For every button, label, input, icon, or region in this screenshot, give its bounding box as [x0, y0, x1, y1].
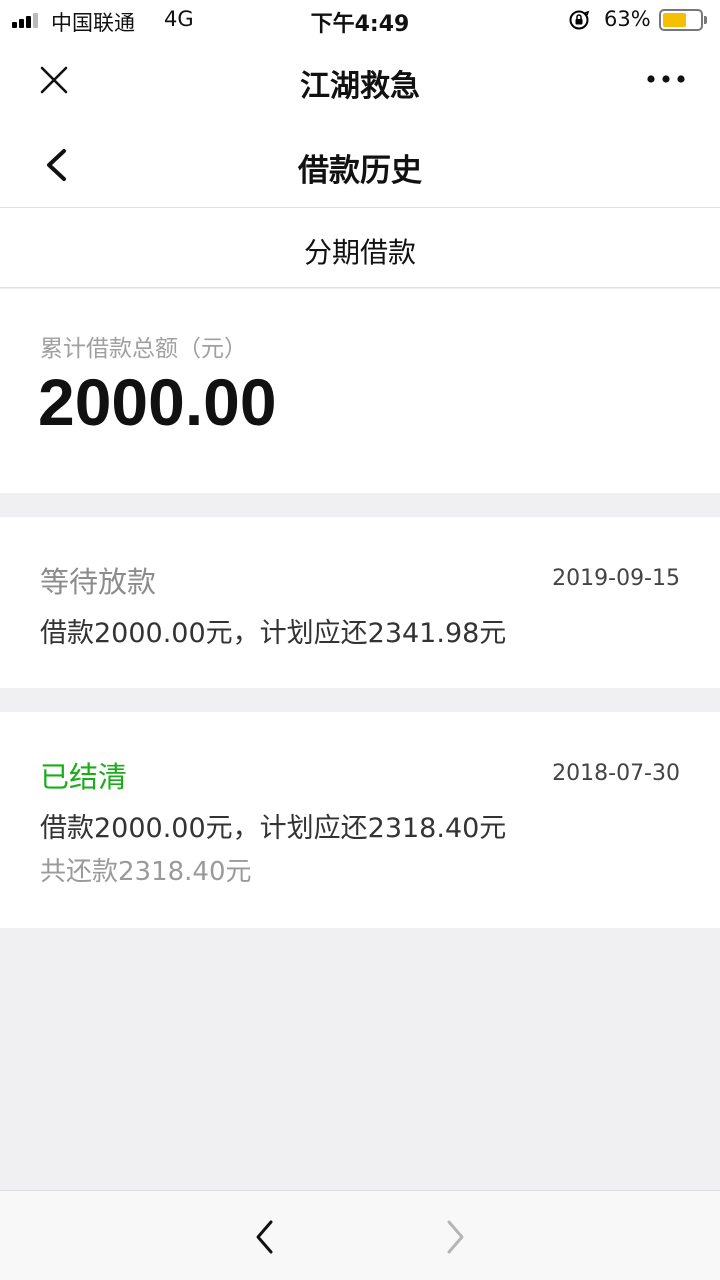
- app-header: 江湖救急: [0, 40, 720, 122]
- battery-level: [663, 13, 686, 27]
- loan-record[interactable]: 等待放款 2019-09-15 借款2000.00元，计划应还2341.98元: [0, 517, 720, 688]
- tab-bar: 分期借款: [0, 208, 720, 288]
- loan-record[interactable]: 已结清 2018-07-30 借款2000.00元，计划应还2318.40元 共…: [0, 712, 720, 928]
- battery-tip: [704, 16, 707, 24]
- loan-detail: 借款2000.00元，计划应还2341.98元: [40, 618, 507, 649]
- loan-date: 2019-09-15: [552, 566, 680, 591]
- loan-status: 已结清: [40, 760, 128, 794]
- loan-date: 2018-07-30: [552, 761, 680, 786]
- browser-toolbar: [0, 1190, 720, 1280]
- page-title: 借款历史: [298, 153, 422, 189]
- total-loan-amount: 2000.00: [38, 365, 277, 439]
- more-icon[interactable]: [646, 74, 686, 84]
- loan-repaid-total: 共还款2318.40元: [40, 857, 252, 887]
- battery-icon: [659, 9, 703, 31]
- loan-status: 等待放款: [40, 565, 157, 599]
- orientation-lock-icon: [569, 10, 590, 30]
- battery-percent: 63%: [604, 7, 651, 31]
- chevron-right-icon[interactable]: [442, 1219, 468, 1255]
- chevron-left-icon[interactable]: [252, 1219, 278, 1255]
- status-bar: 中国联通 4G 下午4:49 63%: [0, 0, 720, 40]
- loan-summary: 累计借款总额（元） 2000.00: [0, 289, 720, 493]
- nav-bar: 借款历史: [0, 122, 720, 208]
- loan-detail: 借款2000.00元，计划应还2318.40元: [40, 813, 507, 844]
- total-loan-label: 累计借款总额（元）: [40, 336, 247, 362]
- tab-installment-loan[interactable]: 分期借款: [0, 231, 720, 271]
- app-title: 江湖救急: [300, 69, 420, 104]
